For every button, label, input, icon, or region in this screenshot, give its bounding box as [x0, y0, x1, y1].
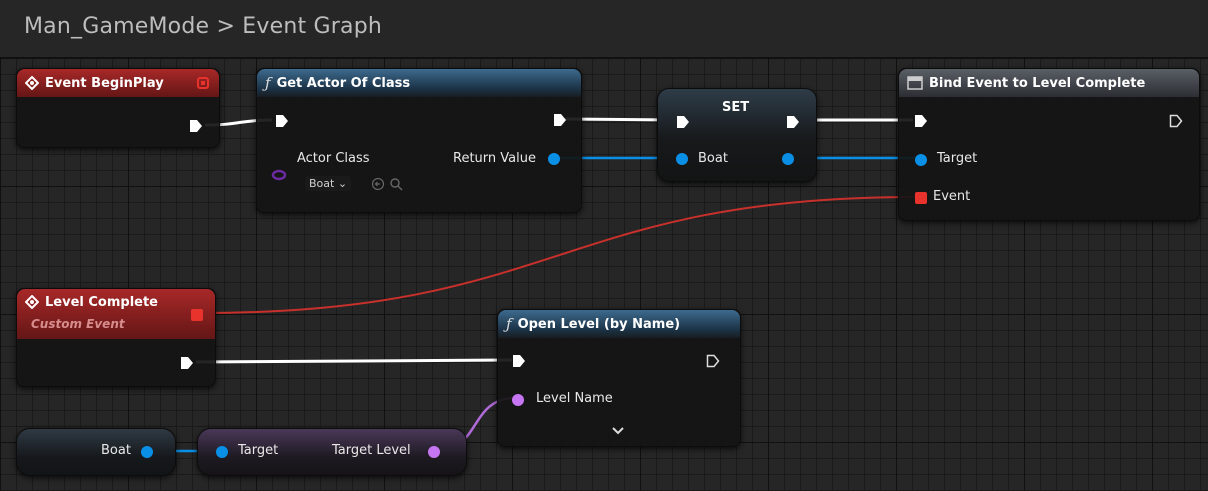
boat-out-pin[interactable] [141, 446, 153, 458]
node-header: Bind Event to Level Complete [899, 69, 1199, 97]
open-level-node[interactable]: ƒ Open Level (by Name) Level Name [497, 309, 741, 447]
set-node[interactable]: SET Boat [657, 88, 817, 182]
node-title: Level Complete [45, 295, 159, 310]
set-title: SET [722, 100, 750, 115]
exec-out-pin[interactable] [553, 113, 567, 127]
node-title: Event BeginPlay [45, 75, 164, 91]
exec-out-pin[interactable] [180, 356, 194, 370]
event-diamond-icon [25, 295, 39, 309]
boat-out-pin[interactable] [782, 153, 794, 165]
boat-label: Boat [698, 151, 728, 166]
expand-chevron-icon[interactable] [611, 425, 625, 440]
class-pin-icon[interactable] [271, 169, 287, 185]
breadcrumb-blueprint[interactable]: Man_GameMode [24, 14, 209, 39]
bind-event-node[interactable]: Bind Event to Level Complete Target Even… [898, 68, 1200, 221]
exec-in-pin[interactable] [275, 114, 289, 128]
delegate-out-pin[interactable] [191, 309, 203, 321]
return-value-label: Return Value [453, 151, 536, 166]
back-arrow-icon[interactable] [371, 177, 385, 195]
boat-in-pin[interactable] [676, 153, 688, 165]
exec-out-pin[interactable] [1169, 114, 1183, 128]
class-value: Boat [309, 177, 335, 190]
level-name-label: Level Name [536, 391, 613, 406]
exec-out-pin[interactable] [706, 354, 720, 368]
exec-in-pin[interactable] [512, 354, 526, 368]
actor-class-label: Actor Class [297, 151, 370, 166]
dropdown-chevron-icon: ⌄ [337, 177, 348, 190]
breadcrumb-separator: > [216, 14, 236, 39]
exec-in-pin[interactable] [914, 114, 928, 128]
exec-out-pin[interactable] [189, 119, 203, 133]
function-icon: ƒ [506, 315, 512, 333]
boat-var-label: Boat [101, 443, 131, 458]
search-icon[interactable] [389, 177, 403, 195]
node-header: ƒ Get Actor Of Class [257, 69, 581, 97]
node-header: ƒ Open Level (by Name) [498, 310, 740, 338]
event-beginplay-node[interactable]: Event BeginPlay [16, 68, 220, 148]
node-title: Bind Event to Level Complete [929, 75, 1146, 91]
bind-node-icon [907, 76, 923, 90]
event-diamond-icon [25, 76, 39, 90]
graph-header-bar: Man_GameMode > Event Graph [0, 0, 1208, 58]
node-title: Get Actor Of Class [276, 75, 411, 91]
level-name-pin[interactable] [512, 394, 524, 406]
get-actor-of-class-node[interactable]: ƒ Get Actor Of Class Actor Class Boat ⌄ … [256, 68, 582, 213]
breadcrumb-graph[interactable]: Event Graph [242, 14, 382, 39]
node-title: Open Level (by Name) [517, 316, 681, 332]
exec-out-pin[interactable] [786, 114, 800, 128]
target-in-pin[interactable] [216, 446, 228, 458]
class-dropdown[interactable]: Boat ⌄ [305, 176, 352, 191]
target-label: Target [937, 151, 978, 166]
level-complete-node[interactable]: Level Complete Custom Event [16, 288, 216, 387]
node-header: Event BeginPlay [17, 69, 219, 97]
delegate-pin-icon[interactable] [197, 77, 209, 93]
target-pin[interactable] [915, 154, 927, 166]
function-icon: ƒ [265, 74, 271, 92]
node-subtitle: Custom Event [31, 317, 125, 331]
event-pin[interactable] [915, 192, 927, 204]
boat-variable-node[interactable]: Boat [16, 428, 176, 476]
target-in-label: Target [238, 443, 279, 458]
target-level-node[interactable]: Target Target Level [197, 428, 467, 476]
target-level-out-pin[interactable] [428, 446, 440, 458]
node-header: Level Complete Custom Event [17, 289, 215, 339]
event-label: Event [933, 189, 971, 204]
exec-in-pin[interactable] [676, 114, 690, 128]
breadcrumb: Man_GameMode > Event Graph [24, 14, 382, 39]
return-value-pin[interactable] [548, 153, 560, 165]
target-level-label: Target Level [332, 443, 411, 458]
